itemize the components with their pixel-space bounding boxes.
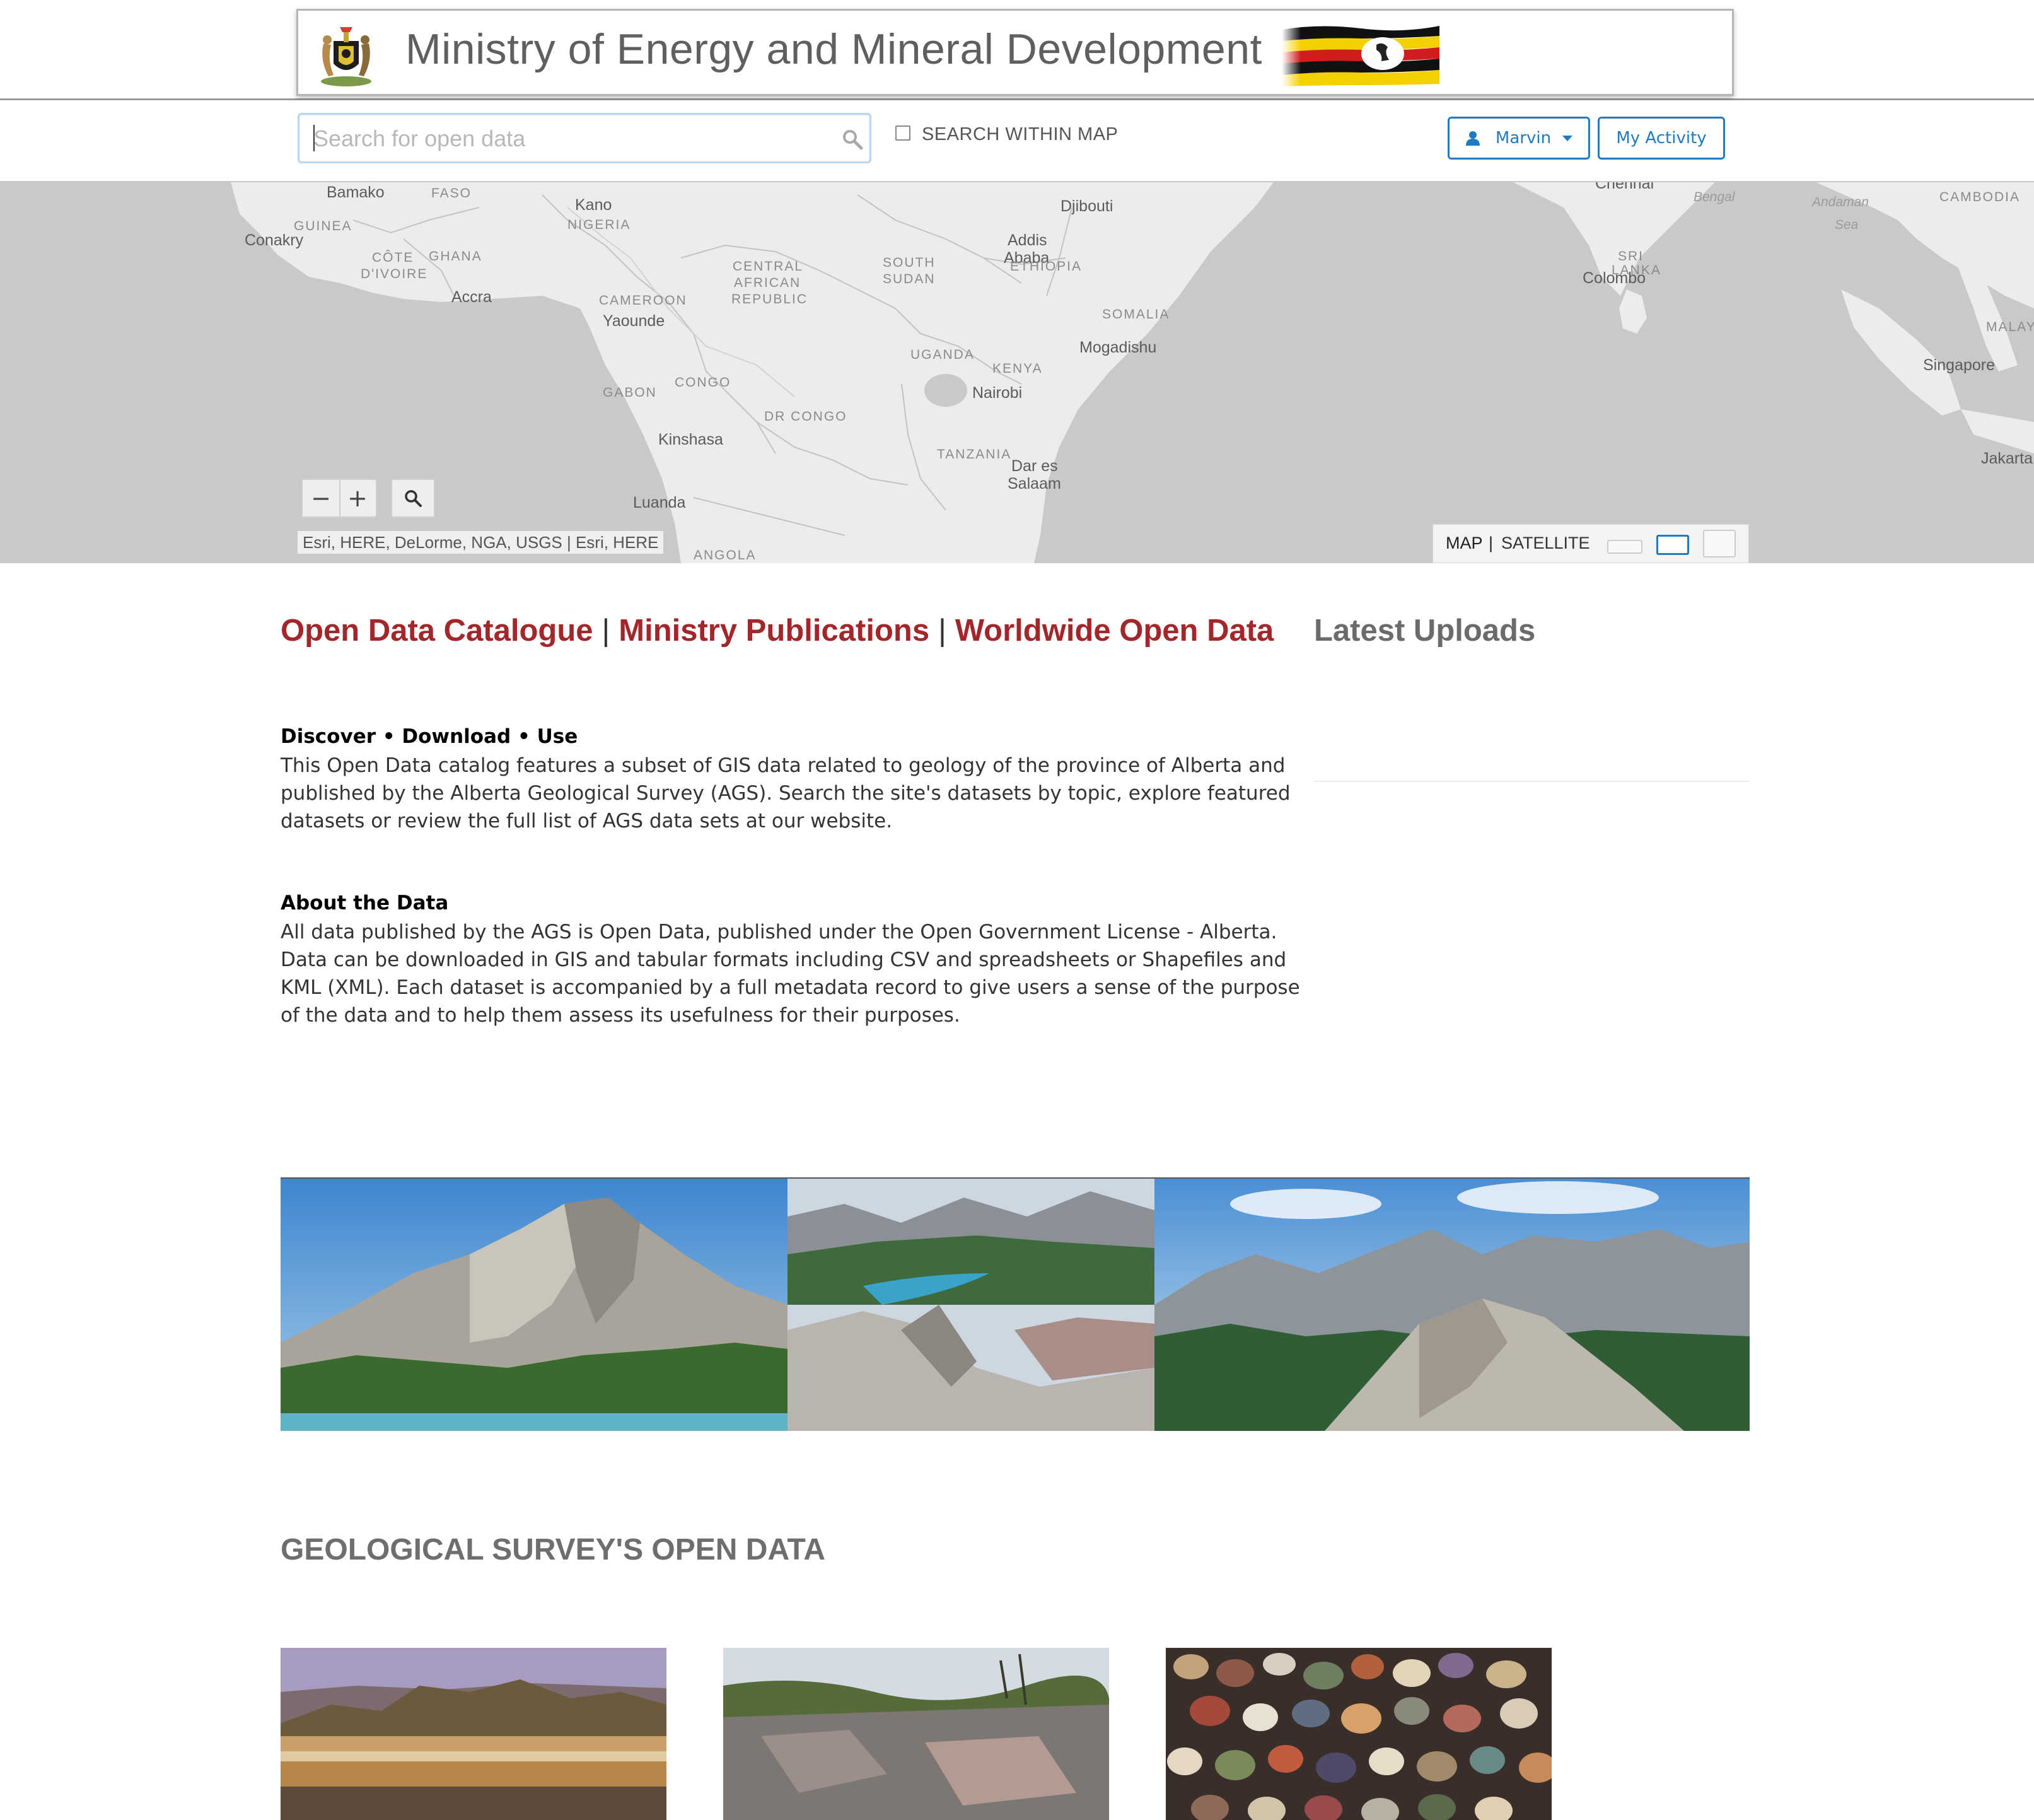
map-label: Jakarta	[1981, 450, 2033, 467]
map-search-button[interactable]	[391, 479, 435, 518]
map-label: GABON	[603, 385, 657, 400]
open-data-catalogue-link[interactable]: Open Data Catalogue	[281, 614, 593, 648]
divider	[1314, 781, 1749, 782]
map-label: KENYA	[992, 361, 1043, 376]
nav-separator: |	[601, 614, 610, 648]
ministry-publications-link[interactable]: Ministry Publications	[619, 614, 929, 648]
open-data-heading: GEOLOGICAL SURVEY'S OPEN DATA	[281, 1533, 825, 1566]
zoom-out-button[interactable]: −	[303, 480, 340, 516]
zoom-in-button[interactable]: +	[339, 480, 376, 516]
basemap-map-option[interactable]: MAP	[1446, 534, 1483, 553]
section-nav: Open Data Catalogue | Ministry Publication…	[281, 613, 1274, 648]
about-heading: About the Data	[281, 892, 449, 914]
map-label: Bamako	[327, 184, 385, 201]
uganda-flag-icon	[1282, 23, 1439, 86]
map-label: CÔTE	[372, 250, 414, 265]
search-icon[interactable]	[842, 129, 863, 150]
map-label: Mogadishu	[1079, 339, 1157, 356]
map-attribution: Esri, HERE, DeLorme, NGA, USGS | Esri, H…	[298, 531, 664, 554]
map-label: D'IVOIRE	[361, 267, 428, 281]
user-menu-button[interactable]: Marvin	[1448, 117, 1590, 160]
discover-text: This Open Data catalog features a subset…	[281, 754, 1291, 832]
ministry-banner[interactable]: Ministry of Energy and Mineral Developme…	[296, 9, 1734, 96]
map-label: Andaman	[1812, 195, 1869, 209]
search-within-map-label[interactable]: SEARCH WITHIN MAP	[922, 124, 1118, 145]
map-label: FASO	[431, 186, 472, 201]
search-box[interactable]	[298, 113, 871, 163]
dataset-thumbnail-badlands[interactable]	[281, 1648, 666, 1820]
latest-uploads-heading: Latest Uploads	[1314, 614, 1536, 648]
map-label: ANGOLA	[694, 548, 757, 563]
basemap-separator: |	[1489, 534, 1494, 552]
pebbles-photo	[1166, 1648, 1552, 1820]
search-input[interactable]	[312, 120, 819, 158]
map-label: Kinshasa	[658, 431, 723, 448]
search-toolbar: SEARCH WITHIN MAP Marvin My Activity	[0, 100, 2034, 182]
map-label: SRI	[1618, 249, 1644, 264]
zoom-controls: − +	[301, 479, 377, 518]
map-label: AFRICAN	[734, 276, 801, 290]
caret-down-icon	[1562, 135, 1573, 141]
outcrop-photo	[723, 1648, 1109, 1820]
map-label: Conakry	[245, 231, 304, 249]
map-label: Yaounde	[603, 312, 665, 330]
map-label: CONGO	[675, 375, 731, 390]
badlands-photo	[281, 1648, 666, 1820]
map-label: NIGERIA	[567, 218, 631, 232]
user-icon	[1465, 131, 1480, 146]
about-text: All data published by the AGS is Open Da…	[281, 921, 1300, 1027]
search-within-map-checkbox[interactable]	[895, 125, 910, 141]
map-label: Luanda	[633, 494, 686, 511]
map-label: Sea	[1835, 218, 1859, 232]
map-label: UGANDA	[910, 347, 975, 362]
basemap-satellite-option[interactable]: SATELLITE	[1501, 534, 1590, 553]
user-name: Marvin	[1495, 129, 1552, 148]
text-cursor	[313, 125, 315, 151]
map-label: Salaam	[1008, 475, 1061, 493]
map-label: Singapore	[1923, 356, 1995, 374]
dataset-thumbnail-pebbles[interactable]	[1166, 1648, 1552, 1820]
map-label: Djibouti	[1061, 197, 1113, 215]
map-label: DR CONGO	[764, 409, 847, 424]
map-label: GUINEA	[294, 219, 352, 233]
map-label: Accra	[451, 288, 492, 306]
map-size-medium-button[interactable]	[1656, 535, 1689, 555]
worldwide-open-data-link[interactable]: Worldwide Open Data	[955, 614, 1274, 648]
map-label: GHANA	[429, 249, 482, 264]
map-label: CAMBODIA	[1939, 190, 2021, 204]
map-label: Dar es	[1011, 457, 1058, 475]
map-label: ETHIOPIA	[1010, 259, 1083, 274]
map-label: SOUTH	[883, 255, 936, 270]
nav-separator: |	[938, 614, 946, 648]
basemap-switcher: MAP | SATELLITE	[1433, 524, 1749, 563]
map-label: Colombo	[1583, 269, 1646, 287]
coat-of-arms-icon	[321, 27, 371, 86]
map-label: MALAY	[1986, 320, 2034, 334]
map-label: CAMEROON	[599, 293, 687, 308]
mountain-photo-2	[787, 1179, 1154, 1431]
map-label: SUDAN	[883, 272, 936, 286]
map-size-small-button[interactable]	[1607, 540, 1642, 554]
map-label: Nairobi	[972, 384, 1023, 402]
mountain-photo-3	[1154, 1179, 1750, 1431]
map-label: CENTRAL	[733, 259, 804, 274]
magnifier-icon	[405, 490, 422, 507]
map-label: REPUBLIC	[731, 292, 808, 306]
map-label: SOMALIA	[1102, 307, 1170, 322]
map-label: Bengal	[1694, 190, 1735, 204]
map-label: Kano	[575, 196, 612, 214]
mountain-photo-1	[281, 1179, 787, 1431]
map-size-large-button[interactable]	[1703, 530, 1736, 557]
map-label: Chennai	[1595, 182, 1654, 192]
header-band: Ministry of Energy and Mineral Developme…	[0, 0, 2034, 100]
dataset-thumbnail-outcrop[interactable]	[723, 1648, 1109, 1820]
mountain-banner	[281, 1177, 1750, 1432]
page-title: Ministry of Energy and Mineral Developme…	[405, 25, 1262, 73]
my-activity-button[interactable]: My Activity	[1598, 117, 1725, 160]
map-view[interactable]: Bamako FASO Conakry GUINEA CÔTE D'IVOIRE…	[0, 182, 2034, 563]
map-label: TANZANIA	[937, 447, 1012, 462]
map-label: Addis	[1008, 231, 1047, 249]
discover-heading: Discover • Download • Use	[281, 725, 578, 748]
